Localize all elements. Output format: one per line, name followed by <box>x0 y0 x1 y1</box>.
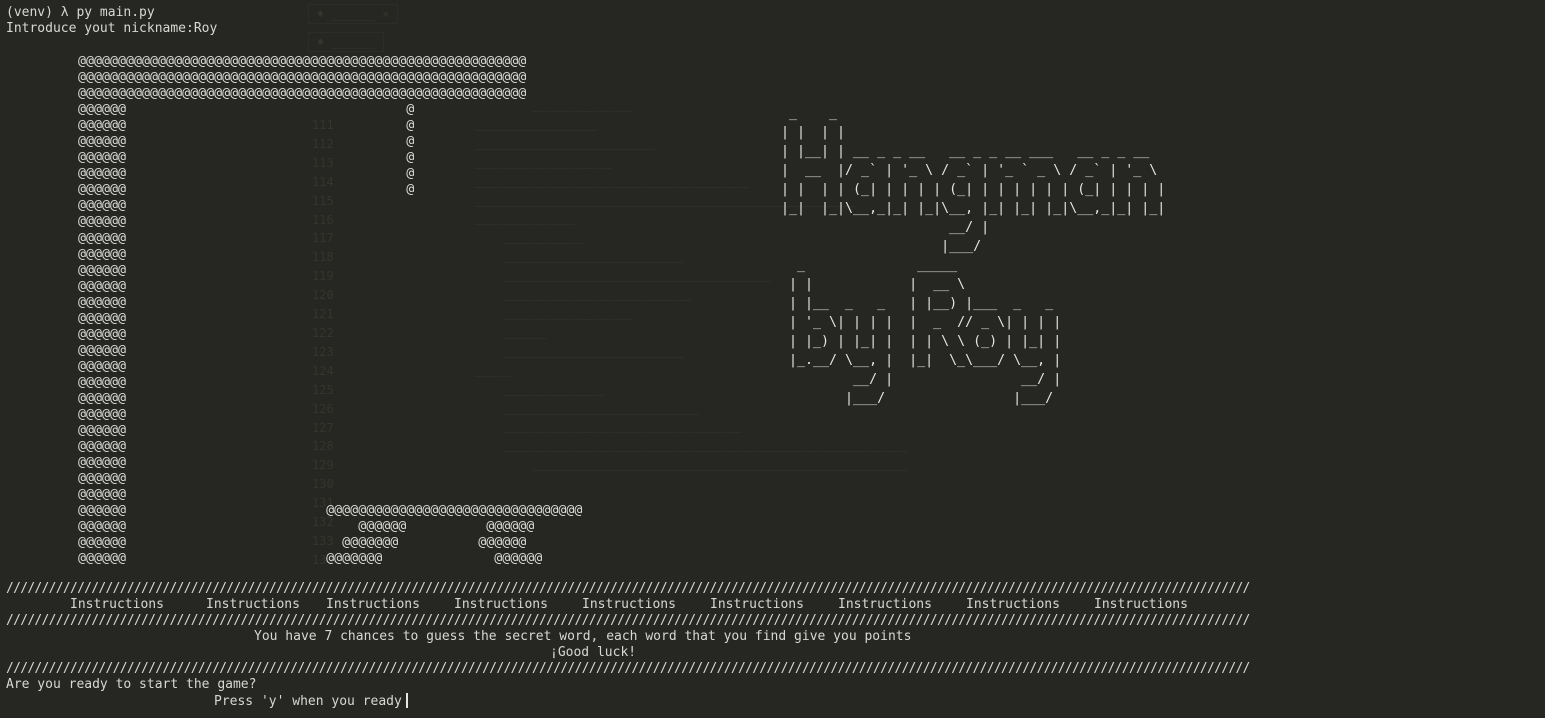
instructions-row: Instructions Instructions Instructions I… <box>0 597 1300 613</box>
instructions-label: Instructions <box>582 597 676 612</box>
nickname-prompt: Introduce yout nickname:Roy <box>6 21 218 36</box>
instructions-label: Instructions <box>70 597 164 612</box>
ready-prompt: Press 'y' when you ready <box>214 694 402 709</box>
good-luck-text: ¡Good luck! <box>550 645 637 660</box>
divider-top: ////////////////////////////////////////… <box>6 581 1250 596</box>
instructions-label: Instructions <box>710 597 804 612</box>
instructions-label: Instructions <box>206 597 300 612</box>
ghost-editor-tab-2: ♦ ______ <box>308 32 384 52</box>
hangman-gallows-art: @@@@@@@@@@@@@@@@@@@@@@@@@@@@@@@@@@@@@@@@… <box>78 54 583 567</box>
text-cursor[interactable] <box>405 693 408 708</box>
instructions-label: Instructions <box>454 597 548 612</box>
instructions-label: Instructions <box>838 597 932 612</box>
instructions-label: Instructions <box>966 597 1060 612</box>
command-line: (venv) λ py main.py <box>6 5 155 20</box>
divider-middle: ////////////////////////////////////////… <box>6 613 1250 628</box>
hangman-by-roy-logo: _ _ | | | | | |__| | __ _ _ __ __ _ _ __… <box>781 106 1166 406</box>
terminal-window[interactable]: ♦ ______ × ♦ ______ 111 112 113 114 115 … <box>0 0 1545 718</box>
ready-question: Are you ready to start the game? <box>6 677 257 692</box>
ready-prompt-line[interactable]: Press 'y' when you ready <box>214 693 408 710</box>
instruction-text: You have 7 chances to guess the secret w… <box>254 629 912 644</box>
divider-bottom: ////////////////////////////////////////… <box>6 661 1250 676</box>
instructions-label: Instructions <box>1094 597 1188 612</box>
ghost-editor-tab-1: ♦ ______ × <box>308 4 399 24</box>
instructions-label: Instructions <box>326 597 420 612</box>
